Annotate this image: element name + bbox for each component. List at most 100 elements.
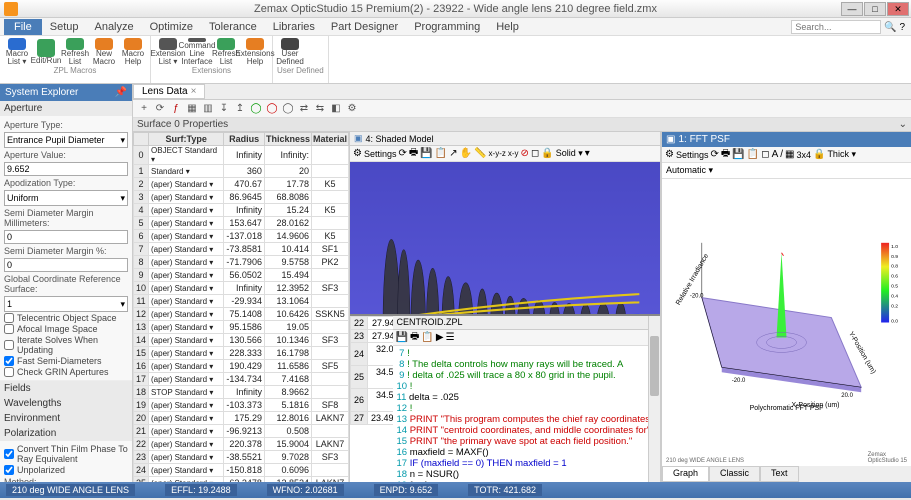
add-icon[interactable]: + [137,102,151,116]
table-row[interactable]: 15(aper) Standard ▾228.33316.1798 [134,347,349,360]
tool-icon[interactable]: ↥ [233,102,247,116]
table-row[interactable]: 24(aper) Standard ▾-150.8180.6096 [134,464,349,477]
lens-data-table[interactable]: Surf:TypeRadiusThicknessMaterial0OBJECT … [133,132,350,482]
axis-icon[interactable]: x-y [508,149,519,158]
line-icon[interactable]: / [780,149,783,160]
menu-help[interactable]: Help [488,19,527,35]
table-row[interactable]: 0OBJECT Standard ▾InfinityInfinity: [134,146,349,165]
ribbon-button[interactable]: Command Line Interface [184,38,210,66]
dropdown-icon[interactable]: ▾ [585,148,590,159]
print-icon[interactable]: 🖶 [409,145,418,162]
table-row[interactable]: 8(aper) Standard ▾-71.79069.5758PK2 [134,256,349,269]
table-row[interactable]: 2(aper) Standard ▾470.6717.78K5 [134,178,349,191]
close-icon[interactable]: × [191,86,197,97]
refresh-icon[interactable]: ⟳ [153,102,167,116]
ribbon-button[interactable]: New Macro [91,38,117,66]
copy-icon[interactable]: 📋 [435,148,447,159]
tab-text[interactable]: Text [760,466,799,482]
table-row[interactable]: 2327.94 U00 [351,330,393,343]
ribbon-button[interactable]: Macro Help [120,38,146,66]
circle-icon[interactable]: ◯ [249,102,263,116]
sdm-pct-input[interactable] [4,258,128,272]
table-row[interactable]: 2534.544 U00 [351,366,393,389]
table-row[interactable]: 23(aper) Standard ▾-38.55219.7028SF3 [134,451,349,464]
ribbon-button[interactable]: Refresh List [62,38,88,66]
lock-icon[interactable]: 🔒 [541,148,553,159]
lock-icon[interactable]: 🔒 [813,149,825,160]
table-row[interactable]: 10(aper) Standard ▾Infinity12.3952SF3 [134,282,349,295]
collapse-icon[interactable]: ⌄ [899,119,907,130]
axis-icon[interactable]: x-y-z [489,149,506,158]
save-icon[interactable]: 💾 [732,149,744,160]
menu-tolerance[interactable]: Tolerance [201,19,265,35]
circle-icon[interactable]: ◯ [265,102,279,116]
cancel-icon[interactable]: ⊘ [521,148,529,159]
psf-view[interactable]: X-Position (um) Relative Irradiance Y-Po… [662,179,911,466]
hand-icon[interactable]: ✋ [460,148,472,159]
table-header[interactable]: Material [311,133,348,146]
tool-icon[interactable]: ▥ [201,102,215,116]
save-icon[interactable]: 💾 [420,148,432,159]
category-item[interactable]: Wavelengths [0,396,132,411]
grid-icon[interactable]: ▦ [785,149,794,160]
settings-icon[interactable]: ☰ [446,332,455,343]
text-icon[interactable]: A [772,149,779,160]
table-row[interactable]: 12(aper) Standard ▾75.140810.6426SSKN5 [134,308,349,321]
chk-afocal[interactable]: Afocal Image Space [4,324,128,334]
menu-libraries[interactable]: Libraries [265,19,323,35]
maximize-button[interactable]: □ [864,2,886,16]
help-icon[interactable]: ? [899,22,905,33]
tab-lens-data[interactable]: Lens Data× [133,84,205,99]
table-row[interactable]: 5(aper) Standard ▾153.64728.0162 [134,217,349,230]
table-header[interactable] [134,133,149,146]
ribbon-button[interactable]: Extension List ▾ [155,38,181,66]
shade-mode[interactable]: Solid ▾ [556,148,583,159]
psf-auto[interactable]: Automatic ▾ [662,163,911,179]
table-row[interactable]: 2227.94 U00 [351,317,393,330]
table-row[interactable]: 13(aper) Standard ▾95.158619.05 [134,321,349,334]
table-row[interactable]: 6(aper) Standard ▾-137.01814.9606K5 [134,230,349,243]
apod-type-combo[interactable]: Uniform▾ [4,190,128,206]
table-row[interactable]: 18STOP Standard ▾Infinity8.9662 [134,386,349,399]
chk-telecentric[interactable]: Telecentric Object Space [4,313,128,323]
menu-setup[interactable]: Setup [42,19,87,35]
table-row[interactable]: 4(aper) Standard ▾Infinity15.24K5 [134,204,349,217]
chk-grin[interactable]: Check GRIN Apertures [4,367,128,377]
ribbon-button[interactable]: User Defined [277,38,303,66]
minimize-button[interactable]: — [841,2,863,16]
fx-icon[interactable]: ƒ [169,102,183,116]
chk-iterate[interactable]: Iterate Solves When Updating [4,335,128,355]
ribbon-button[interactable]: Extensions Help [242,38,268,66]
table-row[interactable]: 14(aper) Standard ▾130.56610.1346SF3 [134,334,349,347]
ruler-icon[interactable]: 📏 [474,148,486,159]
tool-icon[interactable]: ↧ [217,102,231,116]
table-row[interactable]: 2432.004 U00 [351,343,393,366]
category-item[interactable]: Fields [0,381,132,396]
table-row[interactable]: 7(aper) Standard ▾-73.858110.414SF1 [134,243,349,256]
table-row[interactable]: 22(aper) Standard ▾220.37815.9004LAKN7 [134,438,349,451]
arrow-icon[interactable]: ↗ [449,148,457,159]
table-row[interactable]: 9(aper) Standard ▾56.050215.494 [134,269,349,282]
menu-programming[interactable]: Programming [406,19,488,35]
square-icon[interactable]: ◻ [761,149,769,160]
settings-label[interactable]: Settings [364,149,397,159]
table-row[interactable]: 25(aper) Standard ▾62.247812.8524LAKN7 [134,477,349,483]
tab-classic[interactable]: Classic [709,466,760,482]
tool-icon[interactable]: ⇆ [313,102,327,116]
print-icon[interactable]: 🖶 [721,146,730,163]
print-icon[interactable]: 🖶 [410,329,419,346]
gear-icon[interactable]: ⚙ [665,149,674,160]
search-input[interactable] [791,20,881,34]
search-icon[interactable]: 🔍 [884,22,896,33]
table-row[interactable]: 2634.544 U00 [351,389,393,412]
save-icon[interactable]: 💾 [396,332,408,343]
sdm-mm-input[interactable] [4,230,128,244]
ribbon-button[interactable]: Macro List ▾ [4,38,30,66]
tool-icon[interactable]: ▦ [185,102,199,116]
chk-thinfilm[interactable]: Convert Thin Film Phase To Ray Equivalen… [4,444,128,464]
close-button[interactable]: ✕ [887,2,909,16]
table-row[interactable]: 16(aper) Standard ▾190.42911.6586SF5 [134,360,349,373]
table-row[interactable]: 2723.491900 [351,412,393,425]
table-header[interactable]: Surf:Type [149,133,224,146]
refresh-icon[interactable]: ⟳ [399,148,407,159]
